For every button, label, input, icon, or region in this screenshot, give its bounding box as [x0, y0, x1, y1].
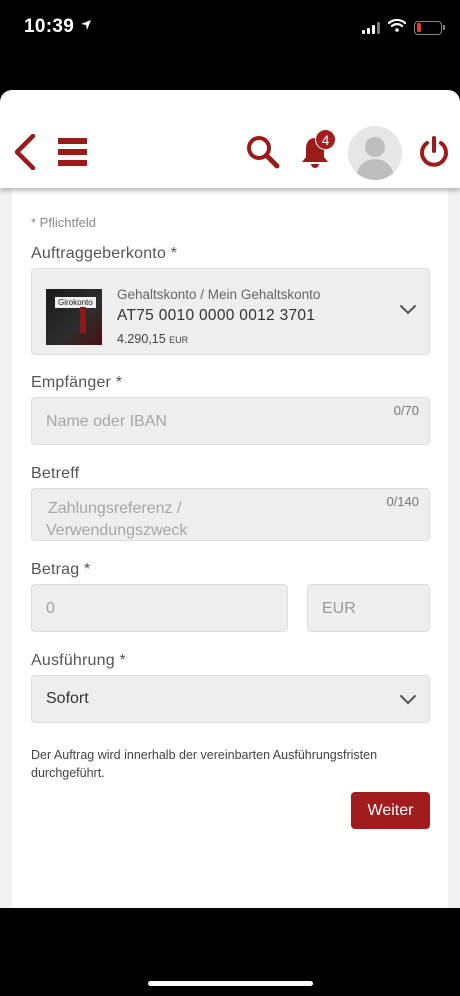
account-card-image: Girokonto: [46, 289, 102, 345]
chevron-down-icon: [399, 303, 417, 321]
wifi-icon: [387, 18, 407, 37]
required-note: * Pflichtfeld: [31, 215, 97, 230]
recipient-input[interactable]: Name oder IBAN 0/70: [31, 397, 430, 445]
account-label: Auftraggeberkonto *: [31, 245, 178, 262]
app-header: 4: [0, 90, 460, 188]
status-icons: [362, 18, 445, 37]
execution-select[interactable]: Sofort: [31, 675, 430, 723]
recipient-label: Empfänger *: [31, 374, 123, 391]
notification-badge: 4: [315, 129, 336, 150]
amount-placeholder: 0: [46, 600, 55, 617]
account-balance-currency: EUR: [169, 335, 189, 345]
menu-icon-bar: [57, 149, 87, 155]
execution-value: Sofort: [46, 690, 89, 707]
account-balance: 4.290,15 EUR: [117, 332, 188, 346]
execution-label: Ausführung *: [31, 652, 126, 669]
continue-button[interactable]: Weiter: [351, 792, 430, 829]
avatar-icon: [356, 137, 394, 180]
account-card-tag: Girokonto: [55, 297, 96, 308]
status-bar: 10:39: [0, 0, 460, 90]
battery-icon: [414, 20, 445, 35]
chevron-down-icon: [399, 693, 417, 711]
account-balance-amount: 4.290,15: [117, 332, 166, 346]
status-time: 10:39: [24, 16, 75, 37]
back-icon: [14, 134, 36, 170]
amount-label: Betrag *: [31, 561, 91, 578]
amount-input[interactable]: 0: [31, 584, 288, 632]
home-indicator: [148, 981, 313, 986]
location-arrow-icon: [80, 18, 92, 36]
execution-info-text: Der Auftrag wird innerhalb der vereinbar…: [31, 748, 378, 780]
transfer-form: * Pflichtfeld Auftraggeberkonto * Giroko…: [12, 188, 448, 908]
menu-icon-bar: [57, 138, 87, 144]
account-select[interactable]: Girokonto Gehaltskonto / Mein Gehaltskon…: [31, 268, 430, 355]
search-button[interactable]: [245, 134, 281, 170]
account-name: Gehaltskonto / Mein Gehaltskonto: [117, 287, 321, 302]
currency-field: EUR: [307, 584, 430, 632]
logout-button[interactable]: [416, 134, 452, 170]
reference-input[interactable]: Zahlungsreferenz / Verwendungszweck 0/14…: [31, 488, 430, 541]
menu-button[interactable]: [56, 136, 88, 168]
avatar[interactable]: [348, 126, 402, 180]
signal-icon: [362, 21, 380, 34]
power-icon: [420, 136, 448, 167]
recipient-counter: 0/70: [393, 403, 419, 418]
reference-label: Betreff: [31, 465, 80, 482]
menu-icon-bar: [57, 160, 87, 166]
reference-placeholder: Zahlungsreferenz / Verwendungszweck: [46, 500, 188, 539]
account-iban: AT75 0010 0000 0012 3701: [117, 307, 316, 324]
back-button[interactable]: [10, 132, 40, 172]
currency-value: EUR: [322, 600, 356, 617]
recipient-placeholder: Name oder IBAN: [46, 413, 167, 430]
search-icon: [247, 136, 280, 169]
reference-counter: 0/140: [386, 494, 419, 509]
